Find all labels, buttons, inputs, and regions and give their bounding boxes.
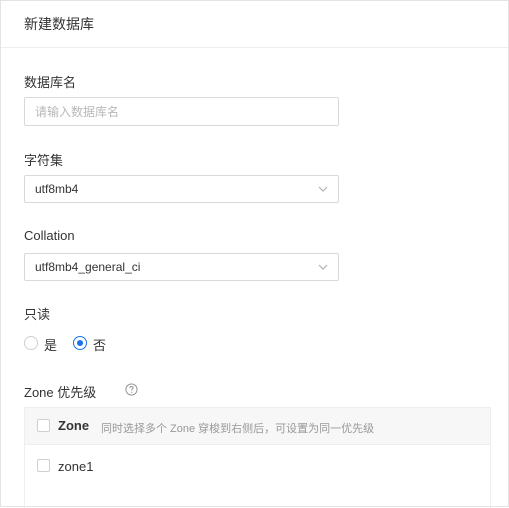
chevron-down-icon: [318, 186, 328, 192]
db-name-input[interactable]: [24, 97, 339, 126]
panel-title: 新建数据库: [24, 16, 94, 32]
zone1-checkbox[interactable]: [37, 459, 50, 472]
db-name-label: 数据库名: [24, 75, 77, 90]
panel-header: 新建数据库: [1, 1, 508, 48]
collation-select[interactable]: utf8mb4_general_ci: [24, 253, 339, 281]
readonly-label: 只读: [24, 307, 51, 322]
collation-value: utf8mb4_general_ci: [35, 260, 141, 274]
radio-unchecked-icon: [24, 336, 38, 350]
select-all-zones-checkbox[interactable]: [37, 419, 50, 432]
new-database-panel: 新建数据库 数据库名 字符集 utf8mb4 Collation utf8mb4…: [0, 0, 509, 508]
zone-table: Zone 同时选择多个 Zone 穿梭到右侧后，可设置为同一优先级 zone1: [24, 407, 491, 508]
chevron-down-icon: [318, 264, 328, 270]
zone-row[interactable]: zone1: [25, 445, 490, 485]
zone-hint-text: 同时选择多个 Zone 穿梭到右侧后，可设置为同一优先级: [101, 423, 375, 435]
zone-table-header: Zone 同时选择多个 Zone 穿梭到右侧后，可设置为同一优先级: [25, 408, 490, 445]
charset-value: utf8mb4: [35, 182, 79, 196]
zone-priority-label: Zone 优先级: [24, 385, 97, 400]
question-circle-icon[interactable]: [125, 383, 138, 396]
radio-checked-icon: [73, 336, 87, 350]
charset-label: 字符集: [24, 153, 64, 168]
radio-yes-label: 是: [44, 338, 58, 353]
zone-column-label: Zone: [58, 418, 90, 433]
zone-name: zone1: [58, 459, 94, 474]
charset-select[interactable]: utf8mb4: [24, 175, 339, 203]
radio-no-label: 否: [93, 338, 107, 353]
collation-label: Collation: [24, 228, 75, 243]
